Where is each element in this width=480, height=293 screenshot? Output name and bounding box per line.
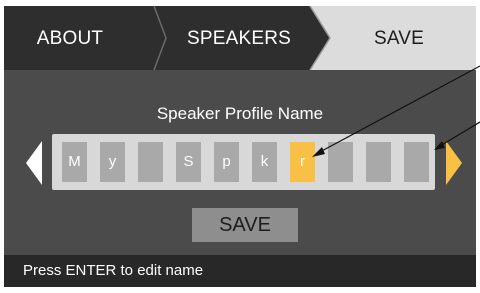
tab-save[interactable]: SAVE — [314, 6, 476, 70]
save-button[interactable]: SAVE — [192, 208, 298, 242]
device-screen: ABOUT SPEAKERS SAVE Speaker Profile Name… — [4, 6, 476, 287]
char-cell[interactable] — [366, 142, 391, 182]
arrow-right-icon[interactable] — [446, 141, 462, 185]
char-cell[interactable] — [138, 142, 163, 182]
char-cell[interactable]: p — [214, 142, 239, 182]
char-cell[interactable] — [328, 142, 353, 182]
tab-about[interactable]: ABOUT — [4, 6, 164, 70]
status-text: Press ENTER to edit name — [23, 262, 204, 279]
arrow-left-icon[interactable] — [26, 141, 42, 185]
tab-save-label: SAVE — [373, 28, 425, 49]
tab-bar: ABOUT SPEAKERS SAVE — [4, 6, 476, 70]
char-cell[interactable]: S — [176, 142, 201, 182]
profile-name-title: Speaker Profile Name — [156, 104, 324, 123]
char-cell[interactable]: y — [100, 142, 125, 182]
profile-name-field[interactable]: My Spkr — [52, 134, 435, 190]
tab-about-label: ABOUT — [36, 28, 104, 49]
char-cell[interactable] — [404, 142, 429, 182]
char-cell[interactable]: M — [62, 142, 87, 182]
status-bar: Press ENTER to edit name — [4, 255, 476, 287]
tab-speakers-label: SPEAKERS — [186, 28, 292, 49]
tab-speakers[interactable]: SPEAKERS — [164, 6, 314, 70]
char-cell[interactable]: k — [252, 142, 277, 182]
char-cell-selected[interactable]: r — [290, 142, 315, 182]
